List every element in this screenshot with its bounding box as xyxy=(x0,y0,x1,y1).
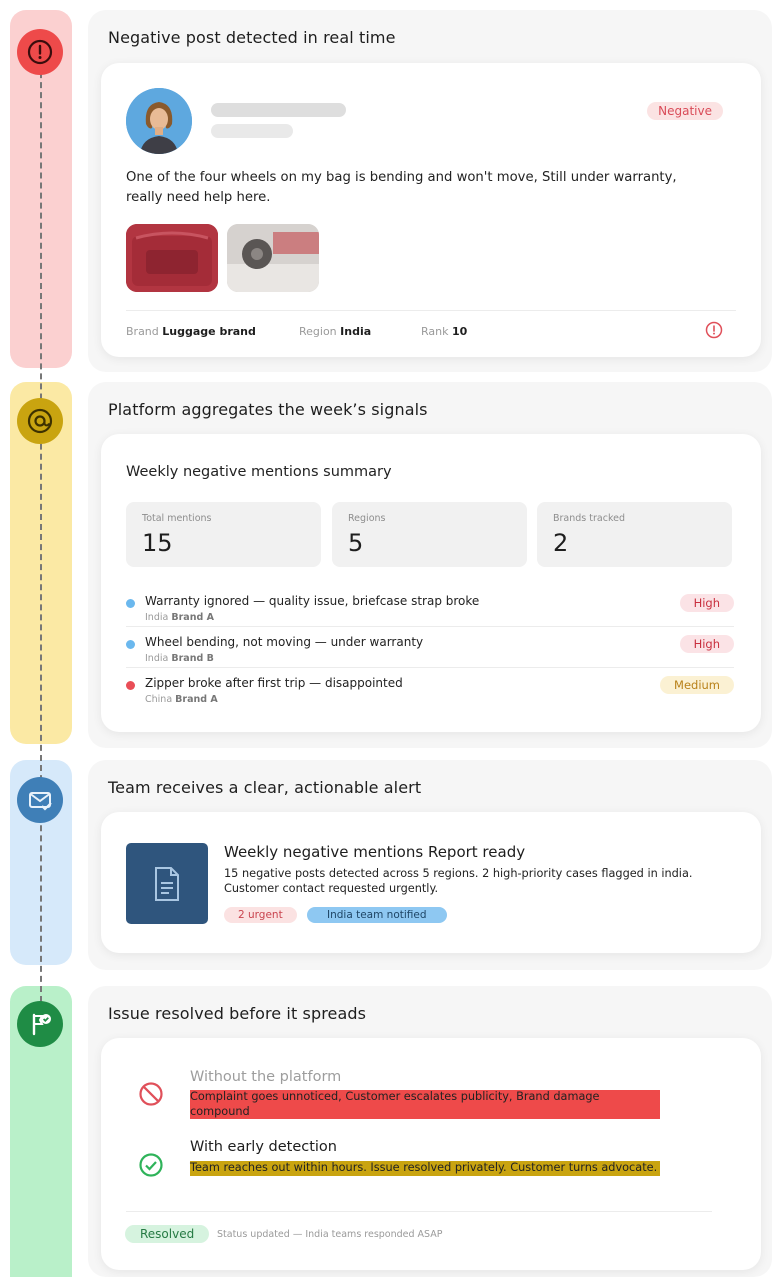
resolution-divider xyxy=(126,1211,712,1212)
post-text: One of the four wheels on my bag is bend… xyxy=(126,170,677,205)
step1-title: Negative post detected in real time xyxy=(108,28,396,47)
mail-check-icon xyxy=(17,777,63,823)
post-divider xyxy=(126,310,736,311)
meta-brand: Brand Luggage brand xyxy=(126,325,256,338)
stat-regions: Regions 5 xyxy=(332,502,527,567)
without-platform-title: Without the platform xyxy=(190,1069,342,1085)
severity-badge: High xyxy=(679,635,734,653)
alert-icon[interactable] xyxy=(705,321,723,343)
mention-divider xyxy=(126,667,734,668)
resolution-card: Without the platform Complaint goes unno… xyxy=(101,1038,761,1270)
sentiment-badge: Negative xyxy=(647,102,723,120)
early-detection-body: Team reaches out within hours. Issue res… xyxy=(190,1161,660,1176)
wheel-photo[interactable] xyxy=(227,224,319,292)
step4-title: Issue resolved before it spreads xyxy=(108,1004,367,1023)
mention-dot xyxy=(126,681,135,690)
stat-brands-tracked: Brands tracked 2 xyxy=(537,502,732,567)
meta-region: Region India xyxy=(299,325,372,338)
mention-row[interactable]: Warranty ignored — quality issue, briefc… xyxy=(126,591,734,631)
handle-placeholder xyxy=(211,124,293,138)
severity-badge: Medium xyxy=(660,676,734,694)
meta-rank: Rank 10 xyxy=(421,325,468,338)
summary-card: Weekly negative mentions summary Total m… xyxy=(101,434,761,732)
early-detection-title: With early detection xyxy=(190,1139,337,1155)
team-notified-tag: India team notified xyxy=(307,907,447,923)
step2-title: Platform aggregates the week’s signals xyxy=(108,400,428,419)
severity-badge: High xyxy=(679,594,734,612)
alert-body: 15 negative posts detected across 5 regi… xyxy=(224,867,693,895)
step1-panel: Negative post detected in real time Nega… xyxy=(88,10,772,372)
urgent-tag: 2 urgent xyxy=(224,907,297,923)
step3-panel: Team receives a clear, actionable alert … xyxy=(88,760,772,970)
bag-photo[interactable] xyxy=(126,224,218,292)
prohibited-icon xyxy=(138,1081,164,1111)
step4-panel: Issue resolved before it spreads Without… xyxy=(88,986,772,1277)
post-card[interactable]: Negative One of the four wheels on my ba… xyxy=(101,63,761,357)
stat-total-mentions: Total mentions 15 xyxy=(126,502,321,567)
mention-dot xyxy=(126,640,135,649)
status-text: Status updated — India teams responded A… xyxy=(217,1229,443,1240)
without-platform-body: Complaint goes unnoticed, Customer escal… xyxy=(190,1090,660,1119)
alert-circle-icon xyxy=(17,29,63,75)
timeline-connector xyxy=(40,52,42,1002)
username-placeholder xyxy=(211,103,346,117)
summary-title: Weekly negative mentions summary xyxy=(126,464,392,480)
mention-dot xyxy=(126,599,135,608)
at-sign-icon xyxy=(17,398,63,444)
step2-panel: Platform aggregates the week’s signals W… xyxy=(88,382,772,748)
check-circle-icon xyxy=(138,1152,164,1182)
flag-check-icon xyxy=(17,1001,63,1047)
alert-title: Weekly negative mentions Report ready xyxy=(224,843,526,861)
mention-row[interactable]: Wheel bending, not moving — under warran… xyxy=(126,632,734,672)
step3-title: Team receives a clear, actionable alert xyxy=(108,778,422,797)
mention-divider xyxy=(126,626,734,627)
avatar xyxy=(126,88,192,154)
alert-card[interactable]: Weekly negative mentions Report ready 15… xyxy=(101,812,761,953)
mention-row[interactable]: Zipper broke after first trip — disappoi… xyxy=(126,673,734,713)
resolved-badge: Resolved xyxy=(125,1225,210,1243)
document-icon xyxy=(126,843,208,924)
